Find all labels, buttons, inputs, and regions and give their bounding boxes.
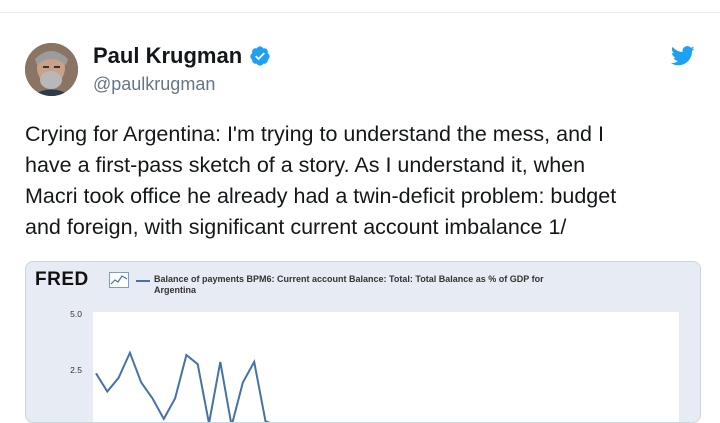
tweet-text-line: Macri took office he already had a twin-… bbox=[25, 184, 617, 208]
author-row: Paul Krugman bbox=[93, 43, 271, 69]
twitter-bird-icon[interactable] bbox=[671, 45, 695, 67]
verified-badge-icon bbox=[250, 46, 270, 66]
tweet-text: Crying for Argentina: I'm trying to unde… bbox=[25, 119, 705, 243]
avatar[interactable] bbox=[25, 43, 78, 96]
tweet-text-line: Crying for Argentina: I'm trying to unde… bbox=[25, 122, 604, 146]
author-name[interactable]: Paul Krugman bbox=[93, 43, 242, 69]
tweet-text-line: and foreign, with significant current ac… bbox=[25, 215, 567, 239]
author-handle[interactable]: @paulkrugman bbox=[93, 74, 215, 95]
chart-image-card[interactable]: FRED Balance of payments BPM6: Current a… bbox=[25, 261, 701, 423]
top-divider bbox=[0, 12, 720, 13]
series-line bbox=[95, 350, 271, 422]
tweet-text-line: have a first-pass sketch of a story. As … bbox=[25, 153, 586, 177]
chart-lines bbox=[95, 350, 271, 422]
